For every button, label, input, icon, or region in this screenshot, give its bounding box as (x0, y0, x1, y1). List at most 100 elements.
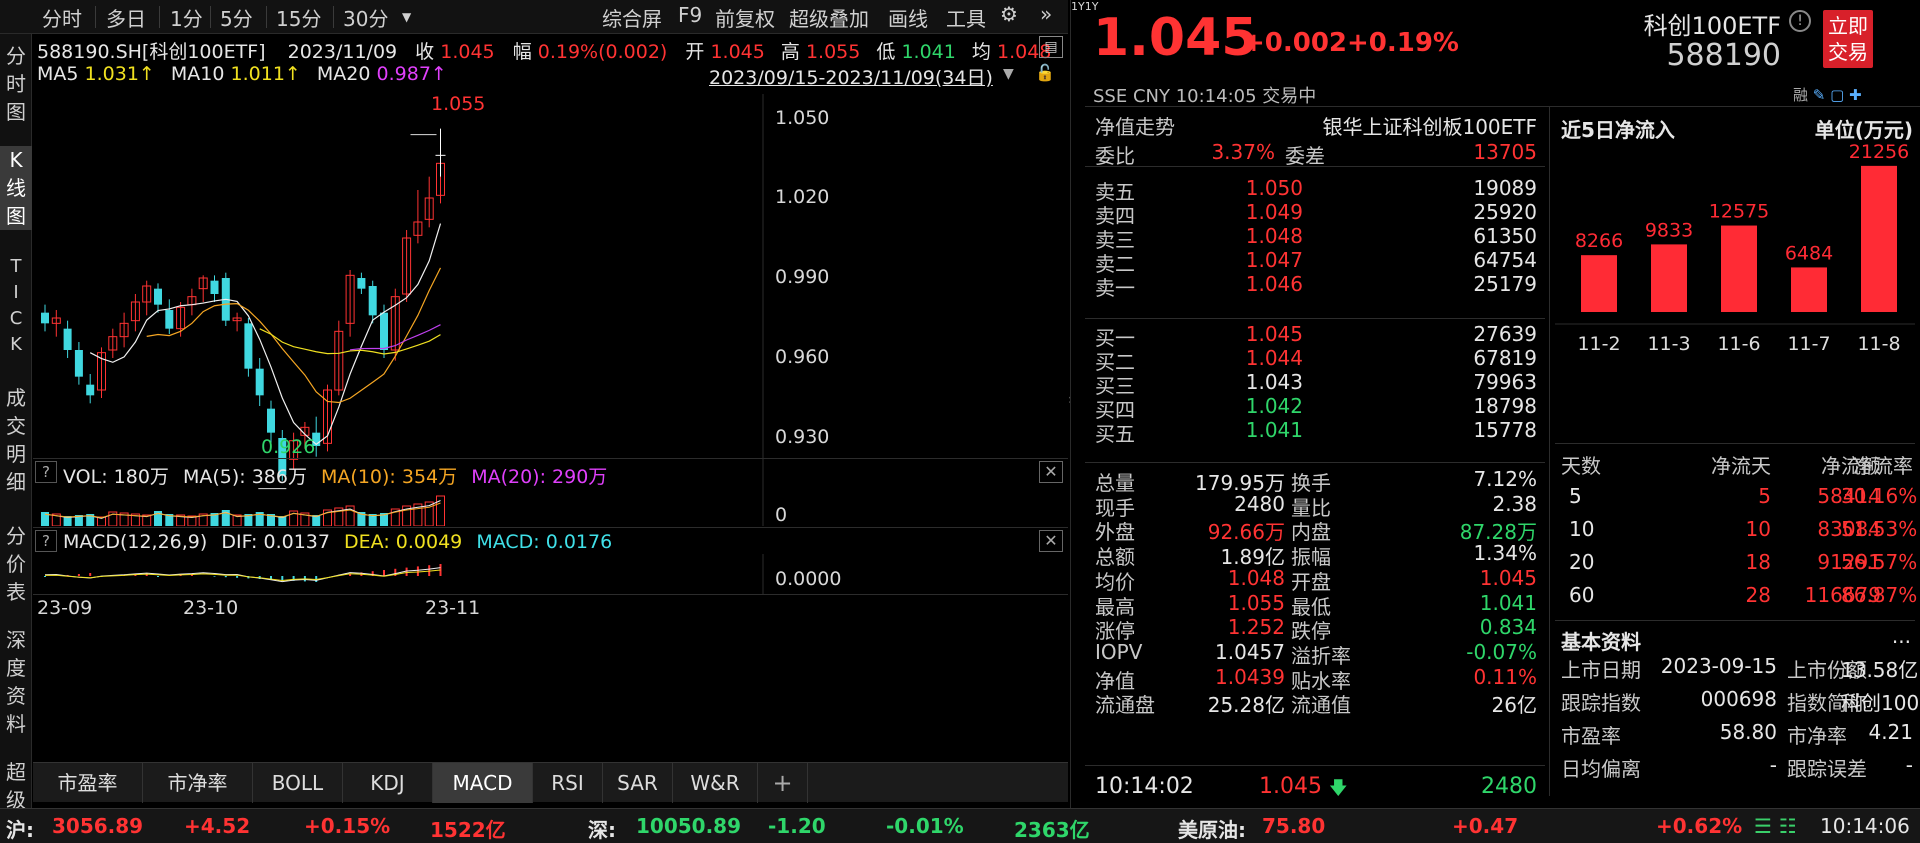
fund-name: 银华上证科创板100ETF (1322, 115, 1537, 139)
vol-help-icon[interactable]: ? (35, 461, 57, 483)
info-icon[interactable]: ! (1789, 10, 1811, 32)
macd-help-icon[interactable]: ? (35, 530, 57, 552)
netflow-category: 11-7 (1787, 333, 1830, 355)
nav-trades[interactable]: 成交明细 (0, 384, 32, 496)
tab-kdj[interactable]: KDJ (343, 763, 433, 803)
more-icon[interactable]: ... (1871, 624, 1911, 648)
nav-kline[interactable]: K线图 (0, 146, 32, 230)
bid-volume: 27639 (1473, 322, 1537, 346)
add-indicator-icon[interactable]: + (758, 763, 808, 803)
period-tab-1min[interactable]: 1分 (170, 3, 203, 32)
toolbar-adjust[interactable]: 前复权 (715, 3, 775, 32)
tab-rsi[interactable]: RSI (533, 763, 603, 803)
sh-change: +4.52 (184, 814, 251, 838)
weibi-label: 委比 (1095, 144, 1135, 168)
ask-price[interactable]: 1.047 (1211, 248, 1303, 272)
bid-price[interactable]: 1.045 (1211, 322, 1303, 346)
candle-body (41, 312, 49, 324)
sh-label: 沪: (6, 818, 34, 842)
y-tick: 0.960 (775, 346, 830, 368)
tab-macd[interactable]: MACD (433, 763, 533, 803)
period-tab-multiday[interactable]: 多日 (106, 3, 146, 32)
nav-tick[interactable]: TICK (0, 254, 32, 358)
open-value: 1.045 (710, 41, 765, 63)
basic-label: 跟踪指数 (1561, 691, 1641, 715)
gear-icon[interactable]: ⚙ (1000, 2, 1018, 26)
macd-dea: DEA: 0.0049 (344, 531, 463, 553)
netflow-rate: 56.57% (1841, 550, 1918, 574)
date-range[interactable]: 2023/09/15-2023/11/09(34日) (709, 63, 993, 90)
netflow-chart: 8266 11-2 9833 11-3 12575 11-6 6484 11-7 21256 11… (1555, 141, 1915, 355)
tab-sar[interactable]: SAR (603, 763, 673, 803)
trade-now-button[interactable]: 立即交易 (1823, 10, 1873, 68)
netflow-category: 11-2 (1577, 333, 1620, 355)
weicha-label: 委差 (1285, 144, 1325, 168)
period-tab-15min[interactable]: 15分 (276, 3, 321, 32)
low-value: 1.041 (901, 41, 956, 63)
basic-value: 000698 (1700, 687, 1777, 711)
toolbar-composite[interactable]: 综合屏 (602, 3, 662, 32)
netflow-category: 11-6 (1717, 333, 1760, 355)
weicha-value: 13705 (1473, 140, 1537, 164)
double-chevron-right-icon[interactable]: » (1040, 2, 1052, 26)
netflow-col-header: 净流率 (1853, 454, 1913, 478)
tab-wr[interactable]: W&R (673, 763, 758, 803)
netflow-rate: 30.16% (1841, 484, 1918, 508)
sz-index[interactable]: 10050.89 (636, 814, 741, 838)
x-tick: 23-10 (183, 597, 239, 619)
netflow-category: 11-8 (1857, 333, 1900, 355)
stat-value: 1.041 (1479, 590, 1537, 615)
list-icon[interactable]: ☰ ☷ (1754, 814, 1797, 838)
ask-price[interactable]: 1.046 (1211, 272, 1303, 296)
basic-value: 13.58亿 (1841, 658, 1919, 682)
bid-price[interactable]: 1.043 (1211, 370, 1303, 394)
candle-body (74, 350, 83, 377)
toolbar-overlay[interactable]: 超级叠加 (789, 3, 869, 32)
toolbar-icons[interactable]: 融 ✎ ▢ ✚ (1793, 84, 1862, 105)
period-tab-30min[interactable]: 30分 (343, 3, 388, 32)
nav-fenshi[interactable]: 分时图 (0, 42, 32, 126)
netflow-bar (1651, 244, 1687, 312)
last-tick-price: 1.045 (1259, 774, 1322, 799)
close-icon[interactable]: ✕ (1039, 461, 1063, 483)
period-tab-fenshi[interactable]: 分时 (42, 3, 82, 32)
bid-price[interactable]: 1.044 (1211, 346, 1303, 370)
chevron-down-icon[interactable]: ▼ (1003, 66, 1014, 82)
bid-price[interactable]: 1.041 (1211, 418, 1303, 442)
tab-pe[interactable]: 市盈率 (33, 763, 143, 803)
y-tick: 0.990 (775, 266, 830, 288)
ask-price[interactable]: 1.049 (1211, 200, 1303, 224)
toolbar-f9[interactable]: F9 (678, 3, 702, 27)
lock-icon[interactable]: 🔓 (1035, 63, 1055, 82)
stat-value: 26亿 (1491, 693, 1537, 718)
basic-label: 上市日期 (1561, 658, 1641, 682)
sz-change: -1.20 (768, 814, 826, 838)
market-status-bar: 沪: 3056.89 +4.52 +0.15% 1522亿 深: 10050.8… (0, 808, 1920, 843)
nav-profile[interactable]: 深度资料 (0, 626, 32, 738)
nav-price-table[interactable]: 分价表 (0, 522, 32, 606)
clock: 10:14:06 (1820, 814, 1910, 838)
close-icon[interactable]: ✕ (1039, 530, 1063, 552)
macd-legend: MACD(12,26,9) DIF: 0.0137 DEA: 0.0049 MA… (63, 531, 612, 553)
toolbar-draw[interactable]: 画线 (888, 3, 928, 32)
tab-boll[interactable]: BOLL (253, 763, 343, 803)
tab-pb[interactable]: 市净率 (143, 763, 253, 803)
stat-value: 2480 (1234, 491, 1285, 516)
ask-price[interactable]: 1.048 (1211, 224, 1303, 248)
nav-super[interactable]: 超级 (0, 758, 32, 808)
ma20-value: 0.987↑ (376, 63, 447, 85)
bid-price[interactable]: 1.042 (1211, 394, 1303, 418)
nav-trend-label[interactable]: 净值走势 (1095, 111, 1175, 140)
netflow-inflow-days: 5 (1758, 484, 1771, 508)
period-tab-5min[interactable]: 5分 (220, 3, 253, 32)
basic-value: 科创100 (1841, 691, 1920, 715)
period-more-icon[interactable]: ▼ (402, 10, 411, 24)
toolbar-tools[interactable]: 工具 (946, 3, 986, 32)
ask-volume: 25179 (1473, 272, 1537, 296)
sh-index[interactable]: 3056.89 (52, 814, 143, 838)
layout-icon[interactable]: ▤ (1039, 36, 1063, 58)
oil-price[interactable]: 75.80 (1262, 814, 1325, 838)
ask-price[interactable]: 1.050 (1211, 176, 1303, 200)
kline-chart-area: 588190.SH[科创100ETF] 2023/11/09 收 1.045 幅… (33, 34, 1068, 762)
period-superscript: 1Y (1071, 0, 1085, 13)
